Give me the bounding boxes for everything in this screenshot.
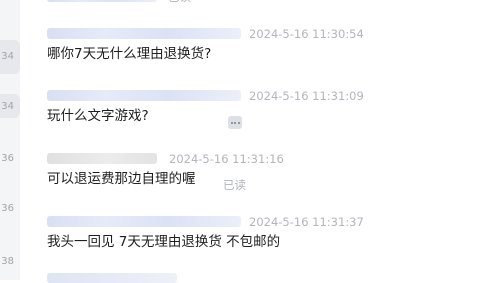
more-icon[interactable] <box>228 116 242 129</box>
conversation-item-selected[interactable]: 34 <box>0 40 20 74</box>
blurred-text <box>47 0 157 2</box>
blurred-sender-name <box>47 28 241 39</box>
blurred-sender-name <box>47 216 241 227</box>
chat-message-feed: 已读 2024-5-16 11:30:54 哪你7天无什么理由退换货? 2024… <box>20 0 494 283</box>
conversation-item[interactable]: 36 <box>0 152 20 166</box>
conversation-list-rail: 34 34 36 36 38 <box>0 0 20 280</box>
conversation-item[interactable]: 34 <box>0 94 20 118</box>
message-text: 玩什么文字游戏? <box>47 108 149 124</box>
message-timestamp: 2024-5-16 11:31:37 <box>249 215 364 229</box>
message-timestamp: 2024-5-16 11:31:09 <box>249 89 364 103</box>
message-text: 哪你7天无什么理由退换货? <box>47 46 212 62</box>
blurred-sender-name <box>47 90 241 101</box>
message-text: 我头一回见 7天无理由退换货 不包邮的 <box>47 234 281 250</box>
next-message-partial <box>47 273 177 283</box>
conversation-item[interactable]: 36 <box>0 202 20 216</box>
message-text: 可以退运费那边自理的喔 <box>47 171 196 187</box>
blurred-sender-name <box>47 153 157 164</box>
conversation-item[interactable]: 38 <box>0 255 20 269</box>
read-status-label: 已读 <box>168 0 191 4</box>
message-timestamp: 2024-5-16 11:31:16 <box>169 152 284 166</box>
read-status-label: 已读 <box>223 178 246 192</box>
message-timestamp: 2024-5-16 11:30:54 <box>249 27 364 41</box>
